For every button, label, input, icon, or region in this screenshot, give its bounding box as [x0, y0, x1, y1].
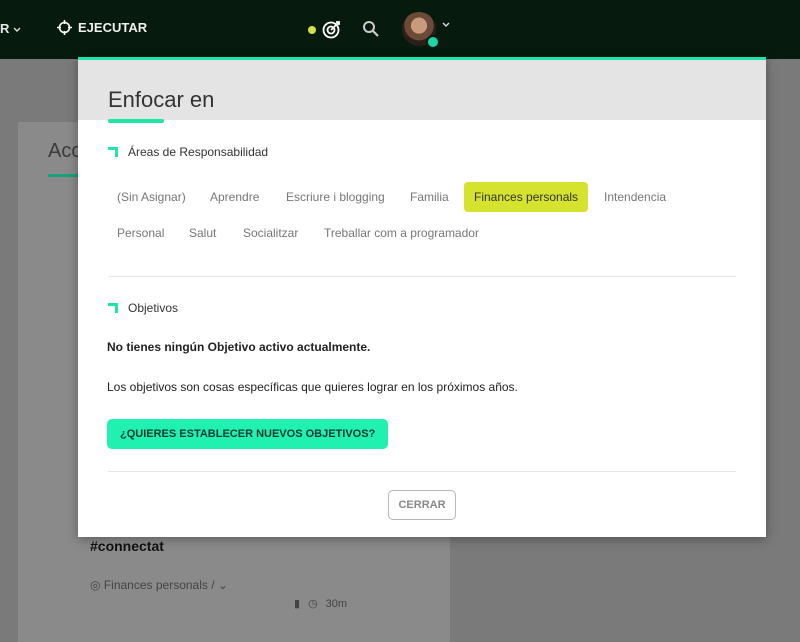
- execute-label: EJECUTAR: [78, 20, 148, 35]
- footer-divider: [108, 471, 736, 472]
- background-task-meta: ◎ Finances personals / ⌄: [90, 578, 228, 592]
- area-chip-treballar-com-a-programador[interactable]: Treballar com a programador: [314, 220, 489, 246]
- background-heading: Acc: [48, 140, 82, 162]
- chevron-down-icon: ⌄: [217, 578, 228, 592]
- area-chip-personal[interactable]: Personal: [107, 220, 174, 246]
- avatar[interactable]: [402, 12, 440, 49]
- status-dot: [308, 26, 316, 34]
- area-chip-intendencia[interactable]: Intendencia: [594, 184, 676, 210]
- area-chip-aprendre[interactable]: Aprendre: [200, 184, 269, 210]
- no-objectives-message: No tienes ningún Objetivo activo actualm…: [107, 340, 371, 354]
- objectives-description: Los objetivos son cosas específicas que …: [107, 380, 518, 394]
- background-task-time: ▮ ◷ 30m: [294, 597, 348, 611]
- modal-header: Enfocar en: [78, 60, 766, 123]
- online-status-indicator: [426, 35, 440, 49]
- area-chip-socialitzar[interactable]: Socialitzar: [233, 220, 308, 246]
- chevron-down-icon: [13, 27, 21, 32]
- chevron-down-icon[interactable]: [442, 22, 450, 28]
- areas-section-label: Áreas de Responsabilidad: [108, 145, 268, 159]
- area-chip-sin-asignar[interactable]: (Sin Asignar): [107, 184, 196, 210]
- background-task-title: #connectat: [90, 538, 164, 554]
- objectives-section-label: Objetivos: [108, 301, 178, 315]
- crosshair-icon: [57, 20, 72, 35]
- target-icon: ◎: [90, 578, 101, 592]
- area-chip-salut[interactable]: Salut: [179, 220, 226, 246]
- search-icon[interactable]: [362, 20, 380, 38]
- set-new-objectives-button[interactable]: ¿QUIERES ESTABLECER NUEVOS OBJETIVOS?: [107, 419, 389, 449]
- corner-bracket-icon: [108, 147, 118, 157]
- area-chip-escriure-i-blogging[interactable]: Escriure i blogging: [276, 184, 395, 210]
- corner-bracket-icon: [108, 303, 118, 313]
- area-chip-familia[interactable]: Familia: [400, 184, 459, 210]
- modal-title-underline: [108, 119, 164, 123]
- close-button[interactable]: CERRAR: [388, 490, 456, 520]
- background-heading-underline: [48, 174, 78, 177]
- truncated-menu[interactable]: R: [0, 21, 21, 36]
- section-divider: [108, 276, 736, 277]
- top-bar: R EJECUTAR: [0, 0, 800, 59]
- execute-button[interactable]: EJECUTAR: [57, 20, 147, 35]
- document-icon: ▮: [294, 598, 301, 610]
- focus-modal: Enfocar en Áreas de Responsabilidad (Sin…: [78, 57, 766, 537]
- modal-title: Enfocar en: [108, 87, 215, 112]
- target-icon[interactable]: [322, 19, 342, 39]
- clock-icon: ◷: [308, 598, 318, 610]
- area-chip-finances-personals[interactable]: Finances personals: [464, 182, 589, 212]
